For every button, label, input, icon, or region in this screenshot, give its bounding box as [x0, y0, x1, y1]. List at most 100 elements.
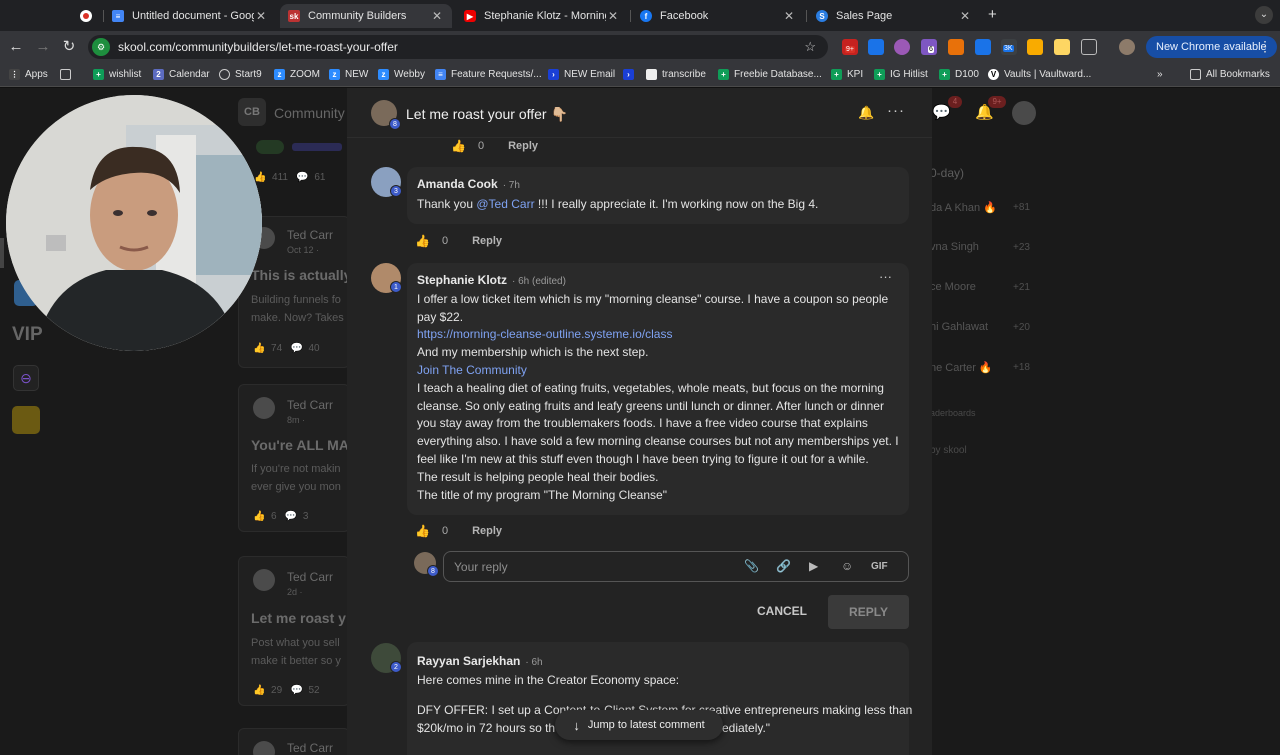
browser-tab-recording[interactable] — [72, 4, 102, 28]
see-all-leaderboards-link[interactable]: aderboards — [930, 408, 976, 418]
extensions-puzzle-icon[interactable] — [1081, 39, 1097, 55]
browser-tab-google-doc[interactable]: ≡ Untitled document - Google D ✕ — [104, 4, 276, 28]
bookmark-vaults[interactable]: V Vaults | Vaultward... — [988, 67, 1091, 81]
more-options-icon[interactable]: ··· — [887, 102, 905, 119]
bookmark-freebie-database[interactable]: + Freebie Database... — [718, 67, 822, 81]
sheets-icon: + — [831, 68, 842, 80]
bookmark-d100[interactable]: + D100 — [939, 67, 979, 81]
level-badge: 8 — [427, 565, 439, 577]
chat-icon[interactable]: 💬 — [932, 103, 951, 121]
extension-icon[interactable] — [868, 39, 884, 55]
browser-tab-facebook[interactable]: f Facebook ✕ — [632, 4, 804, 28]
bookmark-star-icon[interactable]: ☆ — [804, 39, 816, 55]
reply-input[interactable]: Your reply 📎 🔗 ▶ ☺ GIF — [443, 551, 909, 582]
gif-button[interactable]: GIF — [871, 561, 888, 572]
join-community-link[interactable]: Join The Community — [417, 363, 527, 377]
comment-author[interactable]: Rayyan Sarjekhan · 6h — [417, 654, 543, 668]
community-rail-icon[interactable] — [12, 406, 40, 434]
link-icon[interactable]: 🔗 — [776, 559, 791, 573]
jump-to-latest-comment-button[interactable]: ↓ Jump to latest comment — [555, 710, 723, 740]
site-info-icon[interactable]: ⚙ — [92, 38, 110, 56]
address-bar[interactable]: ⚙ skool.com/communitybuilders/let-me-roa… — [88, 35, 828, 59]
reply-link[interactable]: Reply — [472, 235, 502, 247]
bookmark-calendar[interactable]: 2 Calendar — [153, 67, 210, 81]
video-icon[interactable]: ▶ — [809, 559, 818, 573]
extension-icon[interactable]: 6 — [921, 39, 937, 55]
more-options-icon[interactable]: ··· — [879, 269, 892, 284]
extension-icon[interactable]: 9+ — [842, 39, 858, 55]
extension-icon[interactable]: 3K — [1001, 39, 1017, 55]
attachment-icon[interactable]: 📎 — [744, 559, 759, 573]
reply-placeholder[interactable]: Your reply — [454, 560, 508, 574]
bookmark-new-email[interactable]: › NEW Email — [548, 67, 615, 81]
course-link[interactable]: https://morning-cleanse-outline.systeme.… — [417, 327, 672, 341]
leaderboard-name[interactable]: vna Singh — [930, 241, 979, 253]
bookmark-feature-requests[interactable]: ≡ Feature Requests/... — [435, 67, 542, 81]
comment-author[interactable]: Amanda Cook · 7h — [417, 177, 520, 191]
forward-arrow-icon[interactable]: → — [33, 37, 53, 57]
like-thumb-icon[interactable]: 👍 — [415, 524, 430, 538]
extension-icon[interactable] — [1054, 39, 1070, 55]
bookmark-ig-hitlist[interactable]: + IG Hitlist — [874, 67, 928, 81]
reply-button[interactable]: REPLY — [828, 595, 909, 629]
url-text[interactable]: skool.com/communitybuilders/let-me-roast… — [118, 40, 804, 54]
comment-text-line: I teach a healing diet of eating fruits,… — [417, 381, 884, 395]
chrome-menu-icon[interactable]: ⋮ — [1258, 38, 1272, 55]
browser-tab-strip: ≡ Untitled document - Google D ✕ sk Comm… — [0, 0, 1280, 31]
user-avatar[interactable] — [1012, 101, 1036, 125]
browser-tab-sales-page[interactable]: S Sales Page ✕ — [808, 4, 980, 28]
bookmark-arrow[interactable]: › — [623, 67, 639, 81]
emoji-icon[interactable]: ☺ — [841, 559, 853, 573]
profile-avatar[interactable] — [1119, 39, 1135, 55]
leaderboard-name[interactable]: hi Gahlawat — [930, 321, 988, 333]
bookmark-start9[interactable]: Start9 — [219, 67, 262, 81]
leaderboard-points: +23 — [1013, 242, 1030, 253]
community-rail-icon[interactable]: ⊖ — [13, 365, 39, 391]
feed-post-card[interactable]: Ted Carr 2d · Let me roast y Post what y… — [238, 556, 350, 706]
bookmark-wishlist[interactable]: + wishlist — [93, 67, 141, 81]
new-tab-plus-icon[interactable]: + — [988, 6, 997, 23]
comment-author[interactable]: Stephanie Klotz · 6h (edited) — [417, 273, 566, 287]
bookmark-new[interactable]: z NEW — [329, 67, 368, 81]
community-name[interactable]: Community — [274, 105, 345, 121]
community-logo[interactable]: CB — [238, 98, 266, 126]
bell-icon[interactable]: 🔔 — [858, 105, 874, 121]
back-arrow-icon[interactable]: ← — [6, 37, 26, 57]
extension-icon[interactable] — [894, 39, 910, 55]
bookmarks-overflow-chevron-icon[interactable]: » — [1157, 67, 1163, 81]
bookmark-apps[interactable]: ⋮ Apps — [9, 67, 48, 81]
leaderboard-name[interactable]: ne Carter 🔥 — [930, 361, 993, 374]
reply-link[interactable]: Reply — [508, 140, 538, 152]
modal-header: 8 Let me roast your offer 👇🏼 🔔 ··· — [347, 88, 932, 138]
browser-tab-youtube[interactable]: ▶ Stephanie Klotz - Morning Cle ✕ — [456, 4, 628, 28]
bookmark-zoom[interactable]: z ZOOM — [274, 67, 320, 81]
tab-search-chevron-icon[interactable]: ⌄ — [1255, 6, 1273, 24]
browser-tab-community-builders[interactable]: sk Community Builders ✕ — [280, 4, 452, 28]
mention-link[interactable]: @Ted Carr — [476, 197, 534, 211]
reply-link[interactable]: Reply — [472, 525, 502, 537]
vip-community-icon[interactable]: VIP — [12, 324, 43, 346]
close-icon[interactable]: ✕ — [606, 9, 620, 23]
bookmark-transcribe[interactable]: transcribe — [646, 67, 706, 81]
bookmark-grid[interactable] — [60, 67, 76, 81]
feed-post-card[interactable]: Ted Carr 8m · You're ALL MA If you're no… — [238, 384, 350, 532]
close-icon[interactable]: ✕ — [254, 9, 268, 23]
comment-bubble: Amanda Cook · 7h Thank you @Ted Carr !!! … — [407, 167, 909, 224]
bookmark-kpi[interactable]: + KPI — [831, 67, 863, 81]
bookmark-webby[interactable]: z Webby — [378, 67, 425, 81]
like-thumb-icon[interactable]: 👍 — [451, 139, 466, 153]
like-thumb-icon[interactable]: 👍 — [415, 234, 430, 248]
extension-icon[interactable] — [1027, 39, 1043, 55]
feed-post-card[interactable]: Ted Carr — [238, 728, 350, 755]
extension-icon[interactable] — [975, 39, 991, 55]
leaderboard-name[interactable]: da A Khan 🔥 — [930, 201, 997, 214]
reload-icon[interactable]: ↻ — [59, 37, 79, 57]
close-icon[interactable]: ✕ — [958, 9, 972, 23]
close-icon[interactable]: ✕ — [782, 9, 796, 23]
cancel-button[interactable]: CANCEL — [747, 596, 817, 626]
powered-by-skool[interactable]: by skool — [930, 445, 967, 456]
all-bookmarks[interactable]: All Bookmarks — [1190, 67, 1270, 81]
extension-icon[interactable] — [948, 39, 964, 55]
leaderboard-name[interactable]: ce Moore — [930, 281, 976, 293]
close-icon[interactable]: ✕ — [430, 9, 444, 23]
